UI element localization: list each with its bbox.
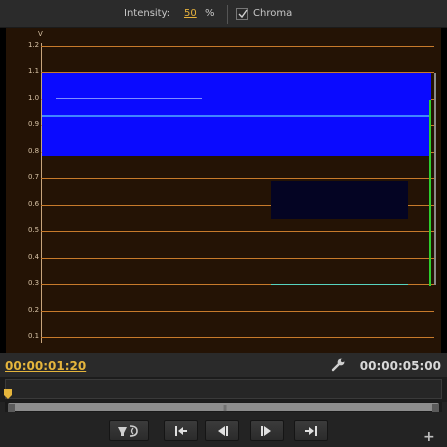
checkmark-icon [238,9,248,19]
y-tick-label: 0.3 [28,279,40,287]
gridline [41,46,434,47]
scope-toolbar: Intensity: 50 % Chroma [0,0,447,28]
timecode-row: 00:00:01:20 00:00:05:00 [0,353,447,377]
y-tick-label: 0.9 [28,120,40,128]
gridline [41,258,434,259]
y-tick-label: 0.6 [28,200,40,208]
y-tick-label: 0.1 [28,332,40,340]
plus-icon[interactable]: + [423,429,435,445]
signal-region [271,181,408,219]
go-to-out-point-button[interactable] [294,420,328,441]
chroma-checkbox[interactable] [236,8,248,20]
y-tick-label: 1.0 [28,94,40,102]
output-toggle-icon [118,424,138,437]
transport-bar: + [0,413,447,447]
signal-trace [56,98,202,99]
intensity-unit: % [205,8,215,19]
time-ruler[interactable] [0,377,447,402]
zoom-scrollbar-thumb[interactable]: ||| [8,403,439,412]
signal-trace [271,284,408,285]
toolbar-divider [227,5,228,24]
go-to-in-point-icon [175,425,187,436]
y-tick-label: 0.2 [28,306,40,314]
step-back-button[interactable] [205,420,239,441]
gridline [41,311,434,312]
go-to-out-point-icon [305,425,317,436]
gridline [41,231,434,232]
unit-label: V [38,30,43,38]
y-tick-label: 0.5 [28,226,40,234]
gridline [41,337,434,338]
scrollbar-grip: ||| [223,405,227,412]
y-tick-label: 0.4 [28,253,40,261]
intensity-label: Intensity: [124,8,171,19]
output-toggle-button[interactable] [109,420,149,441]
duration-timecode: 00:00:05:00 [359,359,441,373]
scrollbar-left-handle[interactable] [8,404,15,412]
signal-trace [42,115,431,117]
y-tick-label: 0.7 [28,173,40,181]
y-tick-label: 1.2 [28,41,40,49]
intensity-value[interactable]: 50 [184,8,197,19]
chroma-label[interactable]: Chroma [253,8,292,19]
zoom-scrollbar[interactable]: ||| [5,402,442,412]
current-timecode[interactable]: 00:00:01:20 [5,359,86,373]
wrench-icon[interactable] [330,357,346,377]
y-tick-label: 0.8 [28,147,40,155]
signal-edge [434,73,436,285]
waveform-scope: V 1.2 1.1 1.0 0.9 0.8 0.7 0.6 0.5 0.4 0.… [0,28,447,353]
scrollbar-right-handle[interactable] [432,404,439,412]
ruler-track[interactable] [5,379,442,399]
waveform-plot: V 1.2 1.1 1.0 0.9 0.8 0.7 0.6 0.5 0.4 0.… [6,28,441,353]
y-tick-label: 1.1 [28,67,40,75]
step-forward-icon [261,425,271,436]
gridline [41,178,434,179]
green-signal-bar [429,100,431,286]
step-back-icon [218,425,228,436]
go-to-in-point-button[interactable] [164,420,198,441]
step-forward-button[interactable] [250,420,284,441]
